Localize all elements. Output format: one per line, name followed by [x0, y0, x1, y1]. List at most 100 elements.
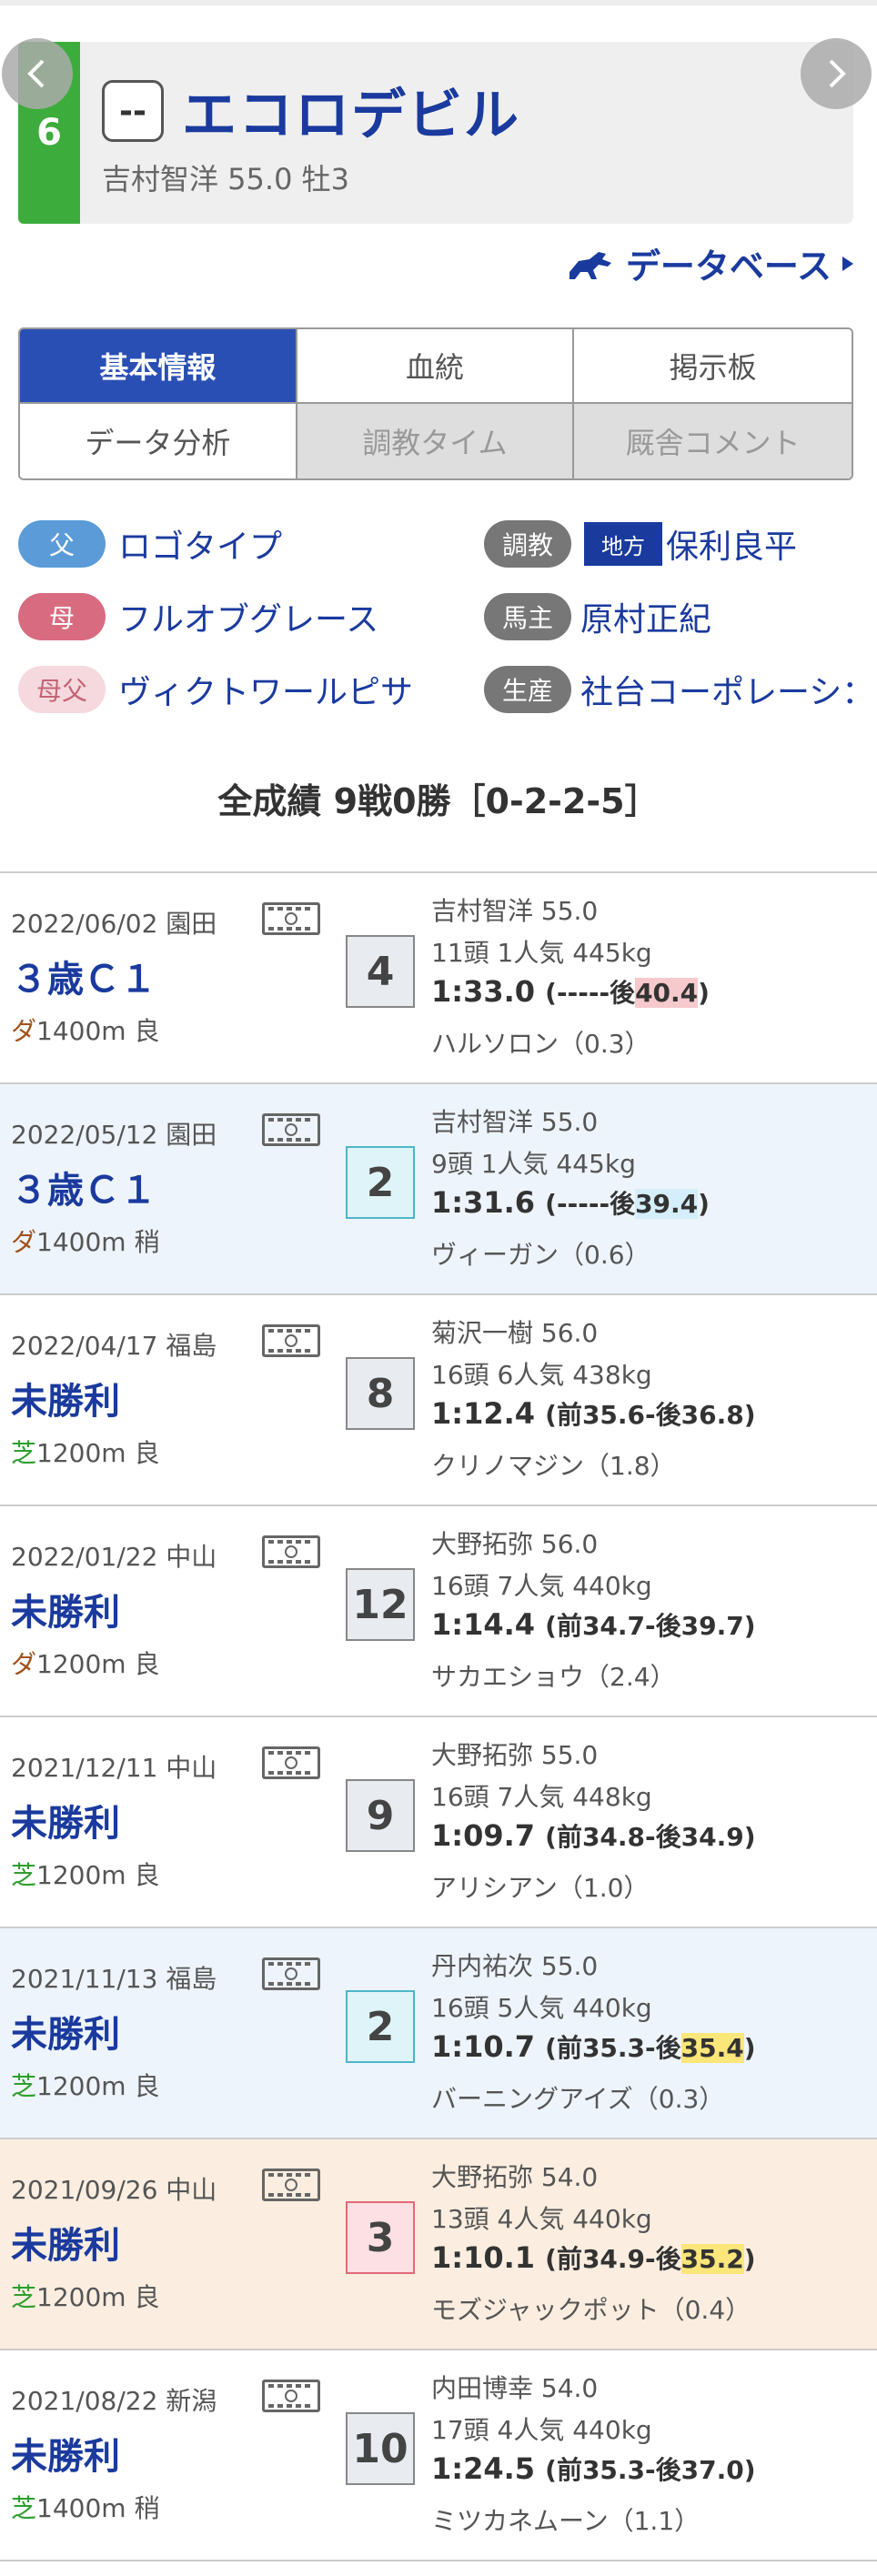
- field-popularity-weight: 16頭 5人気 440kg: [431, 1993, 652, 2023]
- race-name[interactable]: 未勝利: [11, 1794, 120, 1846]
- race-row[interactable]: 2022/05/12 園田 ３歳Ｃ１ ダ1400m 稍 2 吉村智洋 55.0 9頭 1人…: [0, 1084, 877, 1295]
- race-name[interactable]: 未勝利: [11, 1583, 120, 1635]
- tab-0[interactable]: 基本情報: [20, 329, 297, 404]
- race-time: 1:24.5 (前35.3-後37.0): [431, 2450, 756, 2487]
- triangle-right-icon: [842, 256, 853, 271]
- mother-row: 母 フルオブグレース: [18, 593, 378, 640]
- tab-2[interactable]: 掲示板: [574, 329, 852, 404]
- field-popularity-weight: 17頭 4人気 440kg: [431, 2415, 652, 2445]
- distance-condition: 1200m 良: [36, 1438, 160, 1468]
- mother-father-tag: 母父: [18, 666, 106, 713]
- pace-pre: (前34.7-後: [545, 1611, 681, 1641]
- last-3f: 36.8: [680, 1400, 744, 1430]
- race-row[interactable]: 2021/09/26 中山 未勝利 芝1200m 良 3 大野拓弥 54.0 13頭 4人…: [0, 2139, 877, 2350]
- race-time: 1:10.7 (前35.3-後35.4): [431, 2028, 756, 2065]
- video-icon[interactable]: [262, 1324, 320, 1357]
- race-name[interactable]: ３歳Ｃ１: [11, 1161, 156, 1213]
- video-icon[interactable]: [262, 1113, 320, 1146]
- father-link[interactable]: ロゴタイプ: [118, 520, 282, 568]
- breeder-link[interactable]: 社台コーポレーシ：: [580, 666, 874, 713]
- race-row[interactable]: 2022/04/17 福島 未勝利 芝1200m 良 8 菊沢一樹 56.0 16頭 6人…: [0, 1295, 877, 1506]
- video-icon[interactable]: [262, 1535, 320, 1568]
- race-name[interactable]: 未勝利: [11, 2427, 120, 2480]
- tab-1[interactable]: 血統: [297, 329, 575, 404]
- prediction-mark[interactable]: --: [102, 80, 164, 142]
- video-icon[interactable]: [262, 902, 320, 935]
- tab-3[interactable]: データ分析: [20, 404, 297, 478]
- database-link[interactable]: データベース: [566, 238, 855, 288]
- last-3f: 39.4: [635, 1189, 699, 1219]
- trainer-tag: 調教: [484, 520, 571, 568]
- race-name[interactable]: 未勝利: [11, 2216, 120, 2269]
- surface-label: 芝: [11, 2071, 37, 2101]
- race-name[interactable]: 未勝利: [11, 2005, 120, 2058]
- video-icon[interactable]: [262, 2168, 320, 2201]
- distance-condition: 1200m 良: [36, 1649, 160, 1679]
- race-name[interactable]: ３歳Ｃ１: [11, 950, 156, 1002]
- race-row[interactable]: 2021/12/11 中山 未勝利 芝1200m 良 9 大野拓弥 55.0 16頭 7人…: [0, 1717, 877, 1928]
- finish-position: 2: [346, 1990, 415, 2063]
- last-3f: 34.9: [680, 1822, 744, 1852]
- video-icon[interactable]: [262, 1746, 320, 1779]
- region-badge: 地方: [584, 522, 662, 566]
- race-time: 1:10.1 (前34.9-後35.2): [431, 2239, 756, 2276]
- mother-father-link[interactable]: ヴィクトワールピサ: [118, 666, 413, 713]
- winner-margin: バーニングアイズ（0.3）: [431, 2084, 725, 2114]
- surface-label: ダ: [11, 1016, 37, 1046]
- horse-rider-icon: [569, 251, 611, 279]
- winner-margin: ヴィーガン（0.6）: [431, 1240, 650, 1270]
- video-icon[interactable]: [262, 2380, 320, 2412]
- video-icon[interactable]: [262, 1957, 320, 1990]
- trainer-link[interactable]: 保利良平: [666, 520, 797, 568]
- pace-post: ): [743, 2033, 756, 2063]
- last-3f: 35.4: [680, 2033, 744, 2063]
- winner-margin: サカエショウ（2.4）: [431, 1662, 676, 1692]
- race-time: 1:09.7 (前34.8-後34.9): [431, 1817, 756, 1854]
- field-popularity-weight: 16頭 7人気 440kg: [431, 1571, 652, 1601]
- race-time: 1:33.0 (-----後40.4): [431, 973, 710, 1010]
- tab-4: 調教タイム: [297, 404, 575, 478]
- mother-father-row: 母父 ヴィクトワールピサ: [18, 666, 413, 713]
- race-date-venue: 2021/11/13 福島: [11, 1964, 217, 1994]
- race-date-venue: 2022/06/02 園田: [11, 909, 217, 939]
- distance-condition: 1200m 良: [36, 2282, 160, 2312]
- winner-margin: クリノマジン（1.8）: [431, 1451, 676, 1481]
- winner-margin: ミツカネムーン（1.1）: [431, 2506, 701, 2536]
- last-3f: 39.7: [680, 1611, 744, 1641]
- horse-subinfo: 吉村智洋 55.0 牡3: [102, 162, 349, 196]
- mother-tag: 母: [18, 593, 106, 640]
- race-row[interactable]: 2022/06/02 園田 ３歳Ｃ１ ダ1400m 良 4 吉村智洋 55.0 11頭 1…: [0, 873, 877, 1084]
- pace-pre: (前35.3-後: [545, 2033, 681, 2063]
- breeder-row: 生産 社台コーポレーシ：: [484, 666, 874, 713]
- father-row: 父 ロゴタイプ: [18, 520, 282, 568]
- race-row[interactable]: 2022/01/22 中山 未勝利 ダ1200m 良 12 大野拓弥 56.0 16頭 7…: [0, 1506, 877, 1717]
- finish-position: 10: [346, 2412, 415, 2485]
- career-record: 全成績 9戦0勝［0-2-2-5］: [217, 781, 660, 821]
- distance-condition: 1400m 良: [36, 1016, 160, 1046]
- race-date-venue: 2022/01/22 中山: [11, 1542, 217, 1572]
- prev-horse-button[interactable]: [2, 38, 73, 109]
- owner-link[interactable]: 原村正紀: [580, 593, 711, 640]
- field-popularity-weight: 16頭 7人気 448kg: [431, 1782, 652, 1812]
- race-name[interactable]: 未勝利: [11, 1372, 120, 1424]
- race-distance: 芝1200m 良: [11, 1856, 159, 1892]
- next-horse-button[interactable]: [801, 38, 872, 109]
- top-bar: [0, 0, 877, 5]
- last-3f: 35.2: [680, 2244, 744, 2274]
- finish-time: 1:10.1: [431, 2240, 536, 2275]
- horse-name: エコロデビル: [182, 84, 520, 147]
- jockey-weight: 大野拓弥 56.0: [431, 1529, 599, 1559]
- pace-post: ): [743, 1822, 756, 1852]
- race-row[interactable]: 2021/08/22 新潟 未勝利 芝1400m 稍 10 内田博幸 54.0 17頭 4…: [0, 2350, 877, 2561]
- finish-time: 1:31.6: [431, 1185, 536, 1220]
- mother-link[interactable]: フルオブグレース: [118, 593, 378, 640]
- tab-grid: 基本情報 血統 掲示板 データ分析 調教タイム 厩舎コメント: [18, 327, 853, 480]
- distance-condition: 1400m 稍: [36, 1227, 160, 1257]
- finish-time: 1:10.7: [431, 2029, 536, 2064]
- race-row[interactable]: 2021/11/13 福島 未勝利 芝1200m 良 2 丹内祐次 55.0 16頭 5人…: [0, 1928, 877, 2139]
- jockey-weight: 大野拓弥 55.0: [431, 1740, 599, 1770]
- jockey-weight: 菊沢一樹 56.0: [431, 1318, 599, 1348]
- surface-label: ダ: [11, 1227, 37, 1257]
- race-distance: ダ1400m 稍: [11, 1223, 159, 1259]
- finish-time: 1:09.7: [431, 1818, 536, 1853]
